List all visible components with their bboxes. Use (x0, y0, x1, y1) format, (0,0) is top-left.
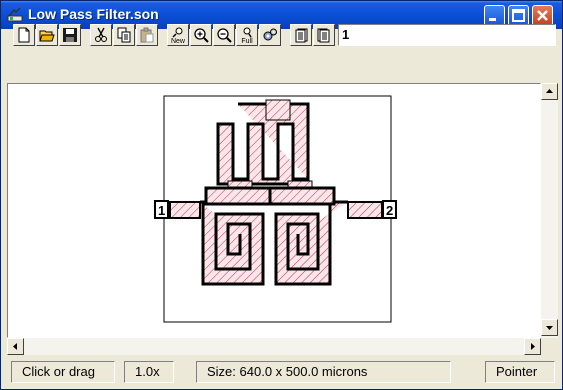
scroll-up-button[interactable] (541, 83, 558, 100)
paste-button[interactable] (136, 24, 158, 46)
app-window: Low Pass Filter.son New Full 1 1 2 Click… (0, 0, 563, 390)
feedline-left (169, 201, 201, 219)
scroll-down-button[interactable] (541, 319, 558, 336)
zoom-out-button[interactable] (213, 24, 235, 46)
vertical-scrollbar[interactable] (541, 83, 558, 338)
copy-icon (117, 27, 131, 43)
status-bar: Click or drag 1.0x Size: 640.0 x 500.0 m… (1, 357, 562, 389)
arrow-left-icon (13, 343, 17, 350)
new-document-icon (18, 27, 30, 43)
zoom-out-icon (217, 28, 232, 43)
paste-icon (140, 27, 154, 43)
port-2-label: 2 (386, 203, 393, 218)
arrow-down-icon (546, 326, 553, 330)
level-down-icon (317, 28, 330, 43)
bottom-left-spiral (200, 200, 265, 286)
open-button[interactable] (36, 24, 58, 46)
level-down-button[interactable] (313, 24, 335, 46)
feedline-right (347, 201, 383, 219)
level-up-icon (295, 28, 308, 43)
copy-button[interactable] (113, 24, 135, 46)
scroll-left-button[interactable] (7, 338, 24, 355)
zoom-in-button[interactable] (190, 24, 212, 46)
scissors-icon (95, 27, 107, 42)
right-bar (268, 186, 336, 206)
zoom-full-label: Full (241, 38, 253, 45)
save-button[interactable] (59, 24, 81, 46)
save-disk-icon (63, 28, 77, 42)
scroll-corner (541, 338, 558, 355)
settings-button[interactable] (259, 24, 281, 46)
status-zoom: 1.0x (124, 361, 174, 383)
cut-button[interactable] (90, 24, 112, 46)
horizontal-scrollbar[interactable] (7, 338, 541, 355)
zoom-full-button[interactable]: Full (236, 24, 258, 46)
toolbar: New Full 1 (1, 1, 556, 53)
arrow-up-icon (546, 89, 553, 93)
level-up-button[interactable] (290, 24, 312, 46)
port-1-label: 1 (158, 203, 165, 218)
zoom-new-button[interactable]: New (167, 24, 189, 46)
zoom-new-label: New (170, 38, 185, 45)
status-size: Size: 640.0 x 500.0 microns (196, 361, 451, 383)
arrow-right-icon (531, 343, 535, 350)
circuit-layout: 1 2 (154, 95, 397, 323)
level-field[interactable]: 1 (338, 24, 556, 46)
new-document-button[interactable] (13, 24, 35, 46)
status-mode: Pointer (485, 361, 555, 383)
center-junction (265, 99, 291, 121)
status-hint: Click or drag (11, 361, 115, 383)
open-folder-icon (39, 30, 55, 42)
zoom-in-icon (194, 28, 209, 43)
layout-canvas[interactable]: 1 2 (7, 83, 541, 338)
scroll-right-button[interactable] (524, 338, 541, 355)
gears-icon (263, 28, 277, 41)
left-bar (204, 186, 274, 206)
